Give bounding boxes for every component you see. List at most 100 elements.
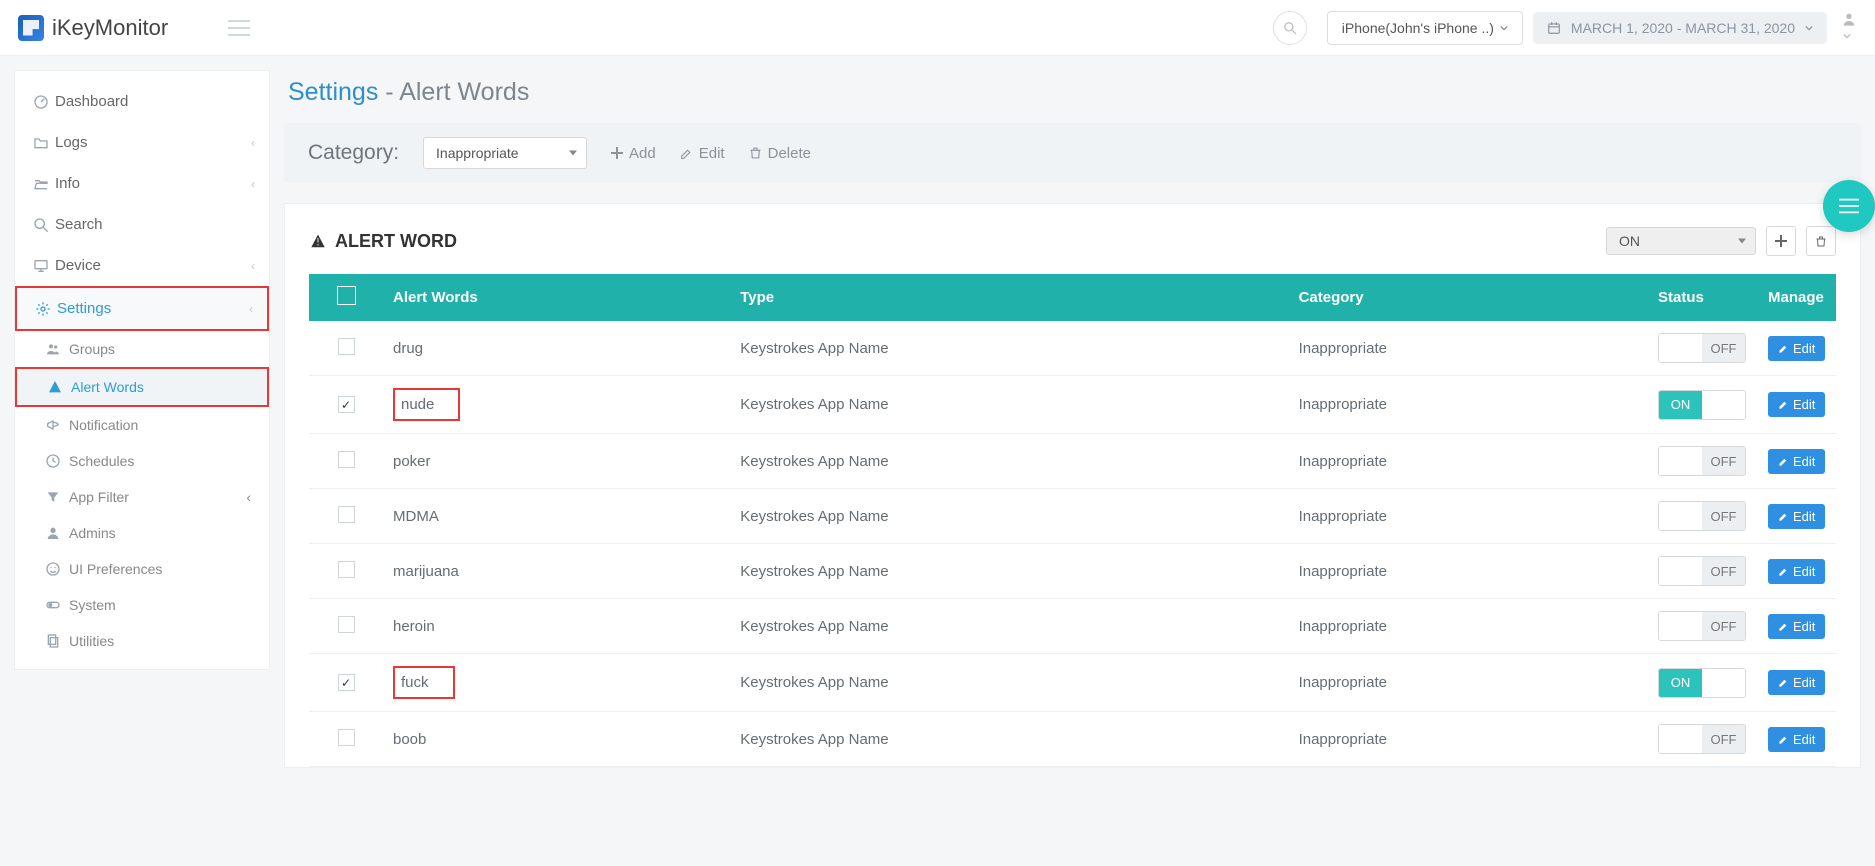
table-row: MDMAKeystrokes App NameInappropriateOFFE… bbox=[309, 489, 1836, 544]
floating-menu-button[interactable] bbox=[1823, 180, 1875, 232]
table-row: boobKeystrokes App NameInappropriateOFFE… bbox=[309, 712, 1836, 767]
table-row: marijuanaKeystrokes App NameInappropriat… bbox=[309, 544, 1836, 599]
folder-open-icon bbox=[33, 176, 49, 192]
row-checkbox[interactable] bbox=[338, 506, 355, 523]
main-content: Settings - Alert Words Category: Inappro… bbox=[284, 70, 1861, 768]
toggle-icon bbox=[45, 597, 69, 613]
edit-row-button[interactable]: Edit bbox=[1768, 614, 1825, 639]
row-checkbox[interactable]: ✓ bbox=[338, 674, 355, 691]
row-type: Keystrokes App Name bbox=[730, 654, 1288, 712]
row-checkbox[interactable] bbox=[338, 451, 355, 468]
sidebar-item-settings[interactable]: Settings‹ bbox=[15, 286, 269, 331]
row-checkbox[interactable]: ✓ bbox=[338, 396, 355, 413]
row-checkbox[interactable] bbox=[338, 338, 355, 355]
folder-icon bbox=[33, 135, 55, 151]
global-status-select[interactable]: ON bbox=[1606, 227, 1756, 255]
edit-row-button[interactable]: Edit bbox=[1768, 559, 1825, 584]
sidebar-subitem-notification[interactable]: Notification bbox=[15, 407, 269, 443]
users-icon bbox=[45, 341, 61, 357]
sidebar-subitem-groups[interactable]: Groups bbox=[15, 331, 269, 367]
status-toggle[interactable]: OFF bbox=[1658, 611, 1746, 641]
status-toggle[interactable]: ON bbox=[1658, 390, 1746, 420]
search-button[interactable] bbox=[1273, 11, 1307, 45]
table-row: heroinKeystrokes App NameInappropriateOF… bbox=[309, 599, 1836, 654]
table-row: ✓fuckKeystrokes App NameInappropriateONE… bbox=[309, 654, 1836, 712]
row-checkbox[interactable] bbox=[338, 616, 355, 633]
edit-button[interactable]: Edit bbox=[680, 145, 725, 162]
add-button[interactable]: Add bbox=[611, 145, 656, 162]
sidebar-subitem-admins[interactable]: Admins bbox=[15, 515, 269, 551]
edit-row-button[interactable]: Edit bbox=[1768, 727, 1825, 752]
status-toggle[interactable]: ON bbox=[1658, 668, 1746, 698]
status-toggle[interactable]: OFF bbox=[1658, 501, 1746, 531]
app-header: iKeyMonitor iPhone(John's iPhone ..) MAR… bbox=[0, 0, 1875, 56]
device-selector[interactable]: iPhone(John's iPhone ..) bbox=[1327, 11, 1523, 45]
pencil-icon bbox=[1778, 734, 1789, 745]
sidebar-subitem-ui-preferences[interactable]: UI Preferences bbox=[15, 551, 269, 587]
add-word-button[interactable] bbox=[1766, 226, 1796, 256]
sidebar-subitem-label: Alert Words bbox=[71, 379, 144, 395]
sidebar: DashboardLogs‹Info‹SearchDevice‹Settings… bbox=[14, 70, 270, 670]
alert-word-text: MDMA bbox=[393, 508, 439, 525]
edit-row-button[interactable]: Edit bbox=[1768, 449, 1825, 474]
row-category: Inappropriate bbox=[1289, 599, 1648, 654]
row-category: Inappropriate bbox=[1289, 434, 1648, 489]
admin-icon bbox=[45, 525, 69, 541]
calendar-icon bbox=[1547, 21, 1561, 35]
row-type: Keystrokes App Name bbox=[730, 321, 1288, 376]
sidebar-subitem-label: UI Preferences bbox=[69, 561, 162, 577]
row-checkbox[interactable] bbox=[338, 729, 355, 746]
gear-icon bbox=[35, 301, 57, 317]
sidebar-subitem-utilities[interactable]: Utilities bbox=[15, 623, 269, 659]
search-icon bbox=[1283, 21, 1297, 35]
status-toggle[interactable]: OFF bbox=[1658, 333, 1746, 363]
category-select[interactable]: Inappropriate bbox=[423, 137, 587, 169]
delete-word-button[interactable] bbox=[1806, 226, 1836, 256]
panel-title: ALERT WORD bbox=[309, 231, 457, 252]
delete-button[interactable]: Delete bbox=[749, 145, 811, 162]
sidebar-item-search[interactable]: Search bbox=[15, 204, 269, 245]
col-type: Type bbox=[730, 274, 1288, 321]
col-category: Category bbox=[1289, 274, 1648, 321]
pencil-icon bbox=[1778, 677, 1789, 688]
row-type: Keystrokes App Name bbox=[730, 489, 1288, 544]
row-type: Keystrokes App Name bbox=[730, 712, 1288, 767]
search-icon bbox=[33, 217, 55, 233]
sidebar-toggle-icon[interactable] bbox=[228, 20, 250, 36]
alert-word-text: heroin bbox=[393, 618, 435, 635]
col-alert-words: Alert Words bbox=[383, 274, 730, 321]
app-logo[interactable]: iKeyMonitor bbox=[18, 15, 168, 41]
sidebar-subitem-label: App Filter bbox=[69, 489, 129, 505]
menu-icon bbox=[1839, 198, 1859, 214]
smile-icon bbox=[45, 561, 69, 577]
dashboard-icon bbox=[33, 94, 55, 110]
alert-word-panel: ALERT WORD ON bbox=[284, 203, 1861, 768]
sidebar-subitem-alert-words[interactable]: Alert Words bbox=[15, 367, 269, 407]
row-type: Keystrokes App Name bbox=[730, 434, 1288, 489]
edit-row-button[interactable]: Edit bbox=[1768, 336, 1825, 361]
sidebar-subitem-system[interactable]: System bbox=[15, 587, 269, 623]
status-toggle[interactable]: OFF bbox=[1658, 724, 1746, 754]
sidebar-subitem-schedules[interactable]: Schedules bbox=[15, 443, 269, 479]
pencil-icon bbox=[1778, 511, 1789, 522]
monitor-icon bbox=[33, 258, 55, 274]
sidebar-subitem-label: Notification bbox=[69, 417, 138, 433]
sidebar-item-dashboard[interactable]: Dashboard bbox=[15, 81, 269, 122]
edit-row-button[interactable]: Edit bbox=[1768, 670, 1825, 695]
sidebar-item-logs[interactable]: Logs‹ bbox=[15, 122, 269, 163]
sidebar-item-info[interactable]: Info‹ bbox=[15, 163, 269, 204]
date-range-picker[interactable]: MARCH 1, 2020 - MARCH 31, 2020 bbox=[1533, 12, 1827, 44]
sidebar-item-device[interactable]: Device‹ bbox=[15, 245, 269, 286]
edit-row-button[interactable]: Edit bbox=[1768, 504, 1825, 529]
status-toggle[interactable]: OFF bbox=[1658, 556, 1746, 586]
select-all-checkbox[interactable] bbox=[337, 286, 356, 305]
status-toggle[interactable]: OFF bbox=[1658, 446, 1746, 476]
table-row: drugKeystrokes App NameInappropriateOFFE… bbox=[309, 321, 1836, 376]
user-menu[interactable] bbox=[1841, 11, 1857, 45]
edit-row-button[interactable]: Edit bbox=[1768, 392, 1825, 417]
breadcrumb-root[interactable]: Settings bbox=[288, 78, 378, 106]
monitor-icon bbox=[33, 258, 49, 274]
sidebar-subitem-app-filter[interactable]: App Filter‹ bbox=[15, 479, 269, 515]
admin-icon bbox=[45, 525, 61, 541]
row-checkbox[interactable] bbox=[338, 561, 355, 578]
